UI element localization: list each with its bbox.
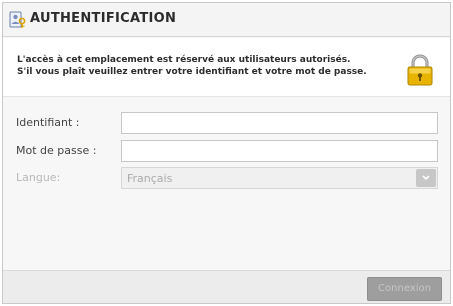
connexion-button[interactable]: Connexion bbox=[367, 277, 442, 301]
language-select[interactable]: Français bbox=[121, 167, 438, 189]
password-input[interactable] bbox=[121, 140, 438, 162]
identifiant-label: Identifiant : bbox=[16, 116, 80, 129]
dialog-title: AUTHENTIFICATION bbox=[30, 11, 177, 26]
dialog-footer: Connexion bbox=[3, 270, 450, 303]
user-key-icon bbox=[9, 11, 26, 28]
password-row: Mot de passe : bbox=[3, 140, 450, 162]
identifiant-row: Identifiant : bbox=[3, 112, 450, 134]
chevron-down-icon bbox=[422, 175, 430, 181]
notice-line-1: L'accès à cet emplacement est réservé au… bbox=[17, 55, 351, 65]
login-form: Identifiant : Mot de passe : Langue: Fra… bbox=[3, 98, 450, 270]
dialog-header: AUTHENTIFICATION bbox=[3, 3, 450, 37]
notice-line-2: S'il vous plaît veuillez entrer votre id… bbox=[17, 67, 367, 77]
language-dropdown-button[interactable] bbox=[416, 169, 436, 187]
password-label: Mot de passe : bbox=[16, 144, 97, 157]
padlock-icon bbox=[407, 54, 433, 86]
authentication-dialog: AUTHENTIFICATION L'accès à cet emplaceme… bbox=[2, 2, 451, 304]
language-label: Langue: bbox=[16, 171, 61, 184]
language-row: Langue: Français bbox=[3, 167, 450, 189]
access-notice: L'accès à cet emplacement est réservé au… bbox=[3, 38, 450, 97]
language-select-value: Français bbox=[127, 172, 173, 185]
identifiant-input[interactable] bbox=[121, 112, 438, 134]
